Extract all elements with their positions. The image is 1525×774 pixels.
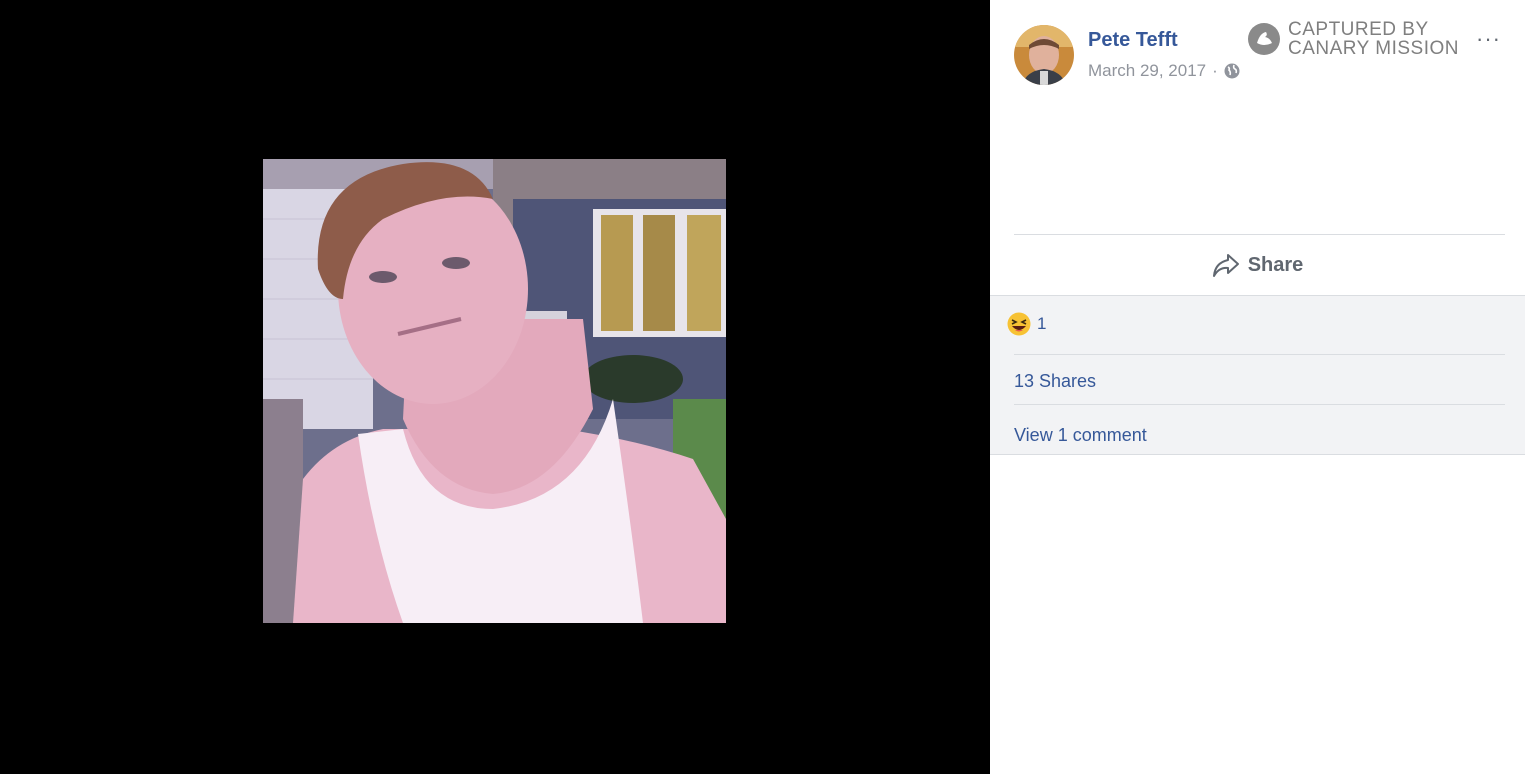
- share-label: Share: [1247, 253, 1304, 276]
- post-date[interactable]: March 29, 2017: [1088, 61, 1206, 81]
- share-button[interactable]: Share: [990, 236, 1525, 294]
- stats-divider: [1014, 354, 1505, 355]
- author-avatar[interactable]: [1014, 25, 1074, 85]
- author-name-link[interactable]: Pete Tefft: [1088, 29, 1178, 52]
- stats-divider: [1014, 404, 1505, 405]
- post-stats-panel: 1 13 Shares View 1 comment: [990, 295, 1525, 455]
- meta-separator: ·: [1212, 61, 1218, 80]
- globe-icon[interactable]: [1224, 63, 1240, 79]
- photo-stage: [0, 0, 990, 774]
- share-arrow-icon: [1212, 254, 1239, 277]
- haha-emoji-icon: [1007, 312, 1031, 336]
- reaction-count: 1: [1037, 314, 1047, 333]
- canary-mission-watermark: CAPTURED BY CANARY MISSION: [1248, 20, 1459, 58]
- photo-viewer: Pete Tefft March 29, 2017 · CAPTURED BY …: [0, 0, 1525, 774]
- shares-count-link[interactable]: 13 Shares: [1014, 371, 1096, 392]
- canary-logo-icon: [1248, 23, 1280, 55]
- post-sidebar: Pete Tefft March 29, 2017 · CAPTURED BY …: [990, 0, 1525, 774]
- more-options-button[interactable]: ···: [1476, 26, 1501, 52]
- view-comments-link[interactable]: View 1 comment: [1014, 425, 1147, 446]
- watermark-line2: CANARY MISSION: [1288, 38, 1460, 59]
- divider: [1014, 234, 1505, 235]
- watermark-line1: CAPTURED BY: [1288, 19, 1429, 40]
- post-photo[interactable]: [263, 159, 726, 623]
- reactions-summary[interactable]: 1: [1007, 312, 1046, 336]
- post-meta: March 29, 2017 ·: [1088, 61, 1240, 81]
